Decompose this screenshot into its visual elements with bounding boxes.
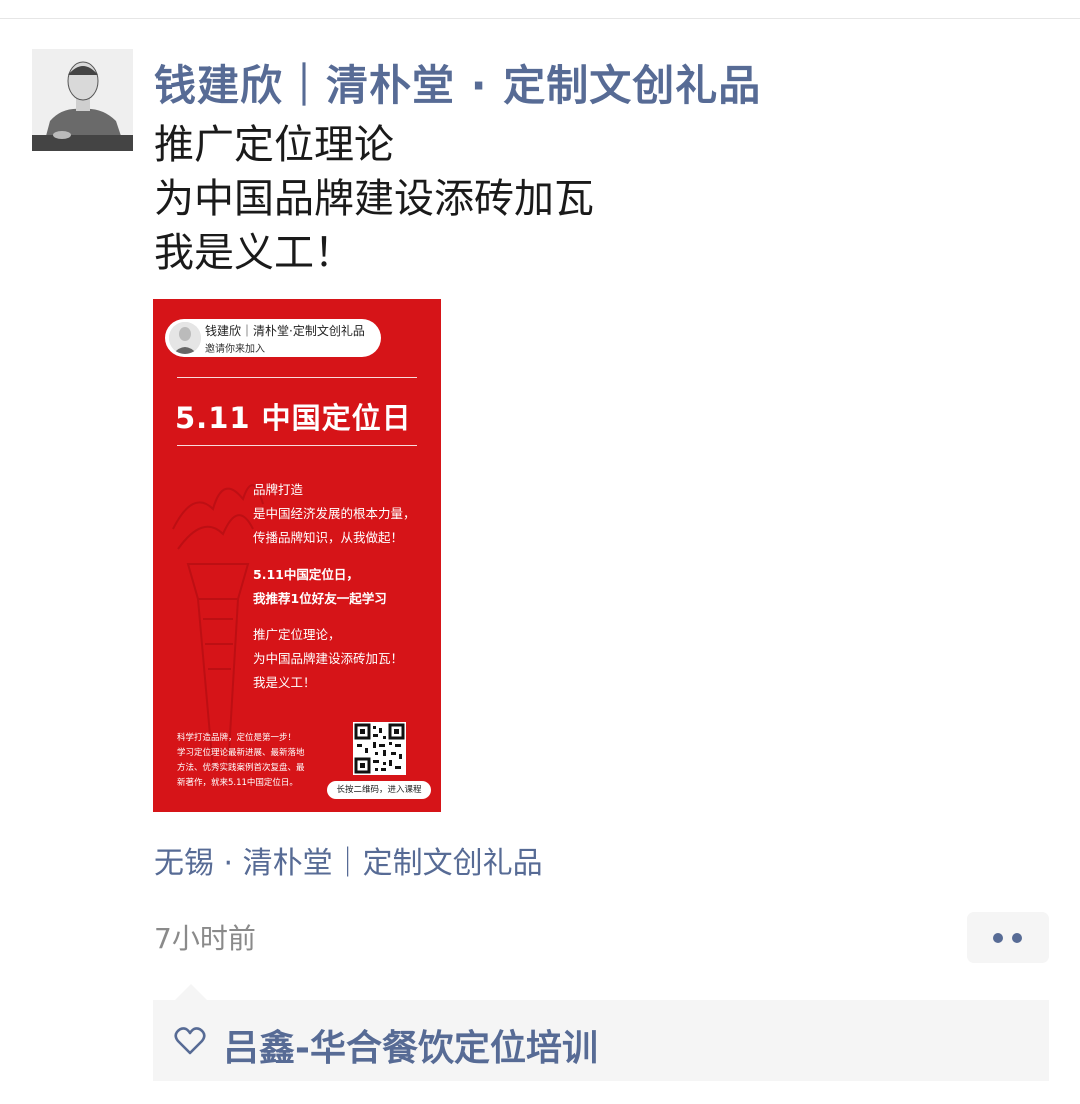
likes-panel: 吕鑫-华合餐饮定位培训	[153, 1000, 1049, 1081]
inviter-pill: 钱建欣｜清朴堂·定制文创礼品 邀请你来加入	[165, 319, 381, 357]
liker-name-link[interactable]: 吕鑫-华合餐饮定位培训	[223, 1019, 598, 1071]
likes-panel-arrow	[175, 984, 207, 1000]
top-divider	[0, 18, 1080, 19]
post-image-poster[interactable]: 钱建欣｜清朴堂·定制文创礼品 邀请你来加入 5.11 中国定位日 品牌打造 是中…	[153, 299, 441, 812]
post-text: 推广定位理论 为中国品牌建设添砖加瓦 我是义工！	[154, 122, 594, 276]
inviter-name: 钱建欣｜清朴堂·定制文创礼品	[205, 324, 365, 338]
avatar-photo	[32, 49, 133, 151]
inviter-invite-text: 邀请你来加入	[205, 344, 265, 355]
more-dots-icon	[1012, 933, 1022, 943]
title-line-bottom	[177, 445, 417, 446]
inviter-avatar	[169, 322, 201, 354]
qr-enter-course-label: 长按二维码，进入课程	[327, 781, 431, 799]
title-line-top	[177, 377, 417, 378]
heart-outline-icon	[174, 1027, 206, 1055]
location-link[interactable]: 无锡 · 清朴堂｜定制文创礼品	[154, 838, 543, 882]
qr-code[interactable]	[353, 722, 406, 775]
poster-title: 5.11 中国定位日	[175, 401, 412, 435]
more-dots-icon	[993, 933, 1003, 943]
poster-para-2: 5.11中国定位日， 我推荐1位好友一起学习	[253, 567, 387, 606]
poster-para-1: 品牌打造 是中国经济发展的根本力量， 传播品牌知识，从我做起！	[253, 482, 416, 545]
author-avatar[interactable]	[32, 49, 133, 151]
author-name-link[interactable]: 钱建欣｜清朴堂 · 定制文创礼品	[154, 52, 761, 113]
poster-small-text: 科学打造品牌，定位是第一步！ 学习定位理论最新进展、最新落地 方法、优秀实践案例…	[177, 733, 305, 788]
more-actions-button[interactable]	[967, 912, 1049, 963]
post-time: 7小时前	[154, 922, 256, 955]
poster-para-3: 推广定位理论， 为中国品牌建设添砖加瓦！ 我是义工！	[253, 627, 404, 690]
